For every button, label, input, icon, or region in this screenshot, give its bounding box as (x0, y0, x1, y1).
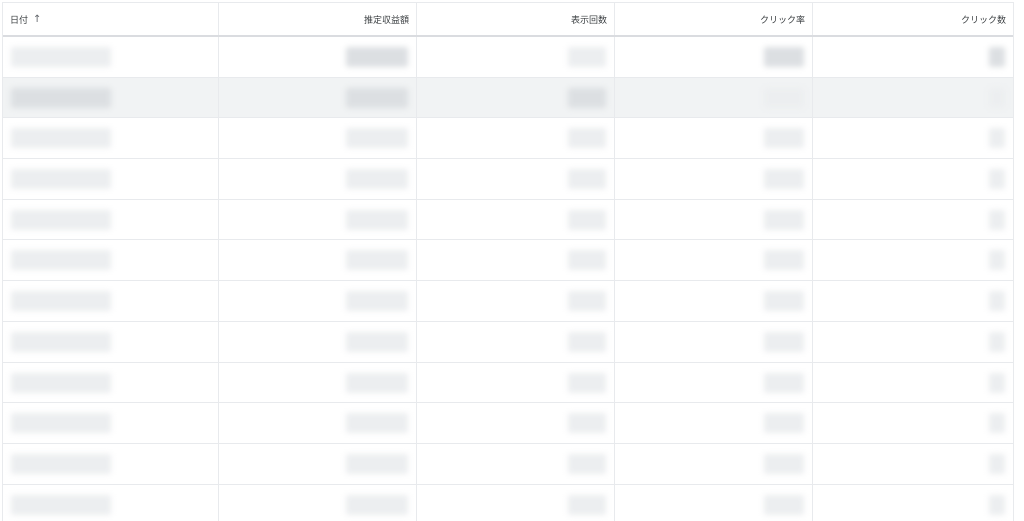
table-row[interactable] (3, 118, 1013, 160)
redacted-value (764, 372, 804, 393)
table-row[interactable] (3, 199, 1013, 241)
redacted-value (346, 291, 408, 312)
redacted-value (11, 169, 111, 190)
column-header-ctr[interactable]: クリック率 (615, 3, 813, 35)
redacted-value (568, 128, 606, 149)
column-header-label: クリック率 (759, 15, 805, 26)
redacted-value (568, 331, 606, 352)
redacted-value (346, 331, 408, 352)
redacted-value (989, 331, 1005, 352)
redacted-value (346, 494, 408, 515)
redacted-value (764, 169, 804, 190)
redacted-value (764, 87, 804, 108)
report-page: 日付 ↑ 推定収益額 表示回数 クリック率 クリック数 (0, 0, 1024, 521)
redacted-value (346, 128, 408, 149)
redacted-value (568, 250, 606, 271)
table-header: 日付 ↑ 推定収益額 表示回数 クリック率 クリック数 (3, 3, 1013, 37)
redacted-value (989, 209, 1005, 230)
redacted-value (346, 250, 408, 271)
redacted-value (764, 331, 804, 352)
redacted-value (346, 87, 408, 108)
column-header-estimated-revenue[interactable]: 推定収益額 (219, 3, 417, 35)
column-header-label: 推定収益額 (363, 15, 409, 26)
redacted-value (11, 494, 111, 515)
redacted-value (346, 47, 408, 67)
redacted-value (11, 209, 111, 230)
table-row[interactable] (3, 37, 1013, 78)
redacted-value (568, 169, 606, 190)
arrow-up-icon: ↑ (33, 13, 42, 25)
column-header-label: 表示回数 (570, 15, 607, 26)
redacted-value (568, 87, 606, 108)
table-row[interactable] (3, 443, 1013, 485)
redacted-value (346, 413, 408, 434)
table-row[interactable] (3, 321, 1013, 363)
redacted-value (568, 209, 606, 230)
redacted-value (989, 372, 1005, 393)
redacted-value (989, 87, 1005, 108)
redacted-value (764, 453, 804, 474)
column-header-label: クリック数 (960, 15, 1006, 26)
redacted-value (568, 453, 606, 474)
redacted-value (11, 372, 111, 393)
redacted-value (989, 413, 1005, 434)
redacted-value (764, 209, 804, 230)
column-header-impressions[interactable]: 表示回数 (417, 3, 615, 35)
redacted-value (11, 453, 111, 474)
table-row[interactable] (3, 77, 1013, 119)
report-table: 日付 ↑ 推定収益額 表示回数 クリック率 クリック数 (2, 2, 1014, 521)
table-row[interactable] (3, 240, 1013, 282)
redacted-value (346, 169, 408, 190)
table-row[interactable] (3, 281, 1013, 322)
redacted-value (11, 331, 111, 352)
redacted-value (346, 209, 408, 230)
table-row[interactable] (3, 403, 1013, 444)
redacted-value (989, 169, 1005, 190)
redacted-value (11, 413, 111, 434)
redacted-value (11, 47, 111, 67)
redacted-value (11, 250, 111, 271)
redacted-value (11, 291, 111, 312)
redacted-value (764, 291, 804, 312)
redacted-value (989, 250, 1005, 271)
redacted-value (989, 47, 1005, 67)
redacted-value (764, 250, 804, 271)
table-row[interactable] (3, 484, 1013, 521)
redacted-value (764, 494, 804, 515)
redacted-value (764, 128, 804, 149)
redacted-value (989, 453, 1005, 474)
table-body (3, 37, 1013, 521)
redacted-value (989, 128, 1005, 149)
redacted-value (568, 413, 606, 434)
table-row[interactable] (3, 362, 1013, 404)
redacted-value (346, 453, 408, 474)
redacted-value (568, 291, 606, 312)
redacted-value (11, 87, 111, 108)
column-header-label: 日付 (10, 15, 29, 26)
redacted-value (989, 291, 1005, 312)
column-header-date[interactable]: 日付 ↑ (3, 3, 219, 35)
redacted-value (764, 413, 804, 434)
redacted-value (568, 494, 606, 515)
redacted-value (989, 494, 1005, 515)
table-row[interactable] (3, 159, 1013, 200)
column-header-clicks[interactable]: クリック数 (813, 3, 1013, 35)
redacted-value (764, 47, 804, 67)
redacted-value (568, 372, 606, 393)
redacted-value (568, 47, 606, 67)
redacted-value (346, 372, 408, 393)
redacted-value (11, 128, 111, 149)
